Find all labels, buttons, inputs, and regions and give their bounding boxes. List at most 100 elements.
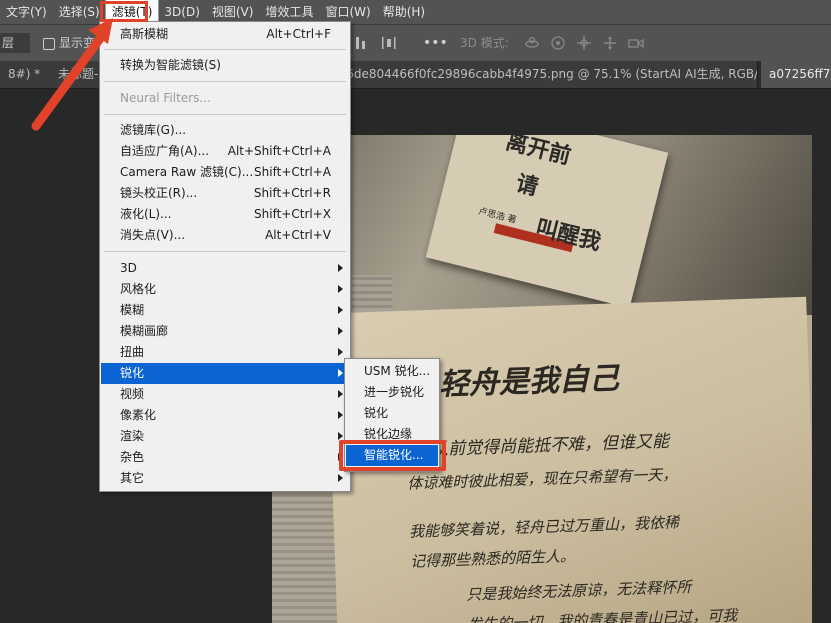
item-label: 转换为智能滤镜(S): [120, 58, 221, 72]
submenu-item-sharpen[interactable]: 锐化: [346, 403, 438, 424]
submenu-arrow-icon: [338, 264, 343, 272]
show-transform-checkbox[interactable]: 显示变: [43, 25, 95, 61]
menu-item-noise[interactable]: 杂色: [101, 447, 349, 468]
item-label: 视频: [120, 387, 145, 401]
submenu-arrow-icon: [338, 411, 343, 419]
tab-document-4[interactable]: a07256ff7: [761, 61, 831, 88]
item-label: 像素化: [120, 408, 157, 422]
menu-item-liquify[interactable]: 液化(L)... Shift+Ctrl+X: [101, 204, 349, 225]
letter-line-5: 只是我始终无法原谅，无法释怀所: [465, 577, 692, 604]
submenu-arrow-icon: [338, 285, 343, 293]
tab-label: f6de804466f0fc29896cabb4f4975.png @ 75.1…: [342, 67, 758, 81]
pan-3d-icon[interactable]: [575, 34, 593, 52]
item-label: 镜头校正(R)...: [120, 186, 198, 200]
align-bottom-icon[interactable]: [352, 34, 370, 52]
item-label: 模糊: [120, 303, 145, 317]
item-shortcut: Shift+Ctrl+X: [254, 207, 331, 221]
menu-select[interactable]: 选择(S): [53, 0, 106, 24]
show-transform-label: 显示变: [59, 36, 96, 50]
menu-item-3d[interactable]: 3D: [101, 258, 349, 279]
letter-line-1: 从前觉得尚能抵不难，但谁又能: [430, 431, 670, 460]
item-label: 进一步锐化: [364, 385, 425, 399]
submenu-arrow-icon: [338, 327, 343, 335]
menu-item-adaptive-wide-angle[interactable]: 自适应广角(A)... Alt+Shift+Ctrl+A: [101, 141, 349, 162]
submenu-arrow-icon: [338, 348, 343, 356]
menu-item-other[interactable]: 其它: [101, 468, 349, 489]
item-shortcut: Shift+Ctrl+R: [253, 186, 331, 200]
menu-item-render[interactable]: 渲染: [101, 426, 349, 447]
menu-item-vanishing-point[interactable]: 消失点(V)... Alt+Ctrl+V: [101, 225, 349, 246]
menu-separator: [104, 114, 346, 115]
smart-sharpen-highlight-box: [339, 440, 446, 471]
item-label: 液化(L)...: [120, 207, 172, 221]
letter-line-6: 发生的一切，我的青春是青山已过，可我: [467, 606, 738, 623]
card-line-3: 叫醒我: [533, 214, 604, 256]
slide-3d-icon[interactable]: [601, 34, 619, 52]
menu-item-blur[interactable]: 模糊: [101, 300, 349, 321]
letter-line-2: 体谅难时彼此相爱，现在只希望有一天，: [407, 465, 678, 493]
menu-item-blur-gallery[interactable]: 模糊画廊: [101, 321, 349, 342]
layer-select-value: 层: [2, 36, 15, 50]
item-label: Camera Raw 滤镜(C)...: [120, 165, 254, 179]
letter-line-3: 我能够笑着说，轻舟已过万重山，我依稀: [408, 513, 680, 541]
item-shortcut: Alt+Ctrl+V: [265, 228, 331, 242]
checkbox-icon: [43, 37, 55, 50]
card-author: 卢思浩 著: [477, 206, 518, 226]
roll-3d-icon[interactable]: [549, 34, 567, 52]
menu-item-neural-filters: Neural Filters...: [101, 88, 349, 109]
submenu-item-sharpen-more[interactable]: 进一步锐化: [346, 382, 438, 403]
item-shortcut: Alt+Shift+Ctrl+A: [227, 144, 331, 158]
menu-item-convert-smart-filter[interactable]: 转换为智能滤镜(S): [101, 55, 349, 76]
tab-document-1[interactable]: 8#) *×: [0, 61, 57, 88]
item-label: 风格化: [120, 282, 157, 296]
item-label: 消失点(V)...: [120, 228, 186, 242]
menu-separator: [104, 49, 346, 50]
menu-item-sharpen[interactable]: 锐化: [101, 363, 349, 384]
filter-menu: 高斯模糊 Alt+Ctrl+F 转换为智能滤镜(S) Neural Filters…: [99, 21, 351, 492]
menu-item-stylize[interactable]: 风格化: [101, 279, 349, 300]
3d-mode-label: 3D 模式:: [460, 36, 509, 50]
more-options-button[interactable]: •••: [423, 25, 448, 61]
item-shortcut: Shift+Ctrl+A: [254, 165, 331, 179]
menu-separator: [104, 81, 346, 82]
tab-label: 未标题-: [58, 67, 99, 81]
menu-item-video[interactable]: 视频: [101, 384, 349, 405]
item-label: 杂色: [120, 450, 145, 464]
menu-item-lens-correction[interactable]: 镜头校正(R)... Shift+Ctrl+R: [101, 183, 349, 204]
item-label: Neural Filters...: [120, 91, 211, 105]
item-label: USM 锐化...: [364, 364, 431, 378]
layer-select[interactable]: 层 ⌄: [0, 33, 30, 70]
tab-document-3[interactable]: f6de804466f0fc29896cabb4f4975.png @ 75.1…: [342, 61, 758, 88]
submenu-item-unsharp-mask[interactable]: USM 锐化...: [346, 361, 438, 382]
video-camera-3d-icon[interactable]: [627, 34, 645, 52]
item-label: 高斯模糊: [120, 27, 169, 41]
letter-title: 轻舟是我自己: [438, 361, 620, 403]
tab-label: 8#) *: [8, 67, 41, 81]
filter-menu-highlight-box: [100, 1, 148, 22]
menu-item-pixelate[interactable]: 像素化: [101, 405, 349, 426]
distribute-icon[interactable]: [380, 34, 398, 52]
menu-help[interactable]: 帮助(H): [377, 0, 431, 24]
submenu-arrow-icon: [338, 432, 343, 440]
orbit-3d-icon[interactable]: [523, 34, 541, 52]
menu-text[interactable]: 文字(Y): [0, 0, 53, 24]
item-shortcut: Alt+Ctrl+F: [266, 27, 331, 41]
item-label: 自适应广角(A)...: [120, 144, 210, 158]
item-label: 3D: [120, 261, 137, 275]
item-label: 渲染: [120, 429, 145, 443]
submenu-arrow-icon: [338, 390, 343, 398]
item-label: 锐化: [120, 366, 145, 380]
menu-item-distort[interactable]: 扭曲: [101, 342, 349, 363]
item-label: 模糊画廊: [120, 324, 169, 338]
submenu-arrow-icon: [338, 306, 343, 314]
menu-item-camera-raw[interactable]: Camera Raw 滤镜(C)... Shift+Ctrl+A: [101, 162, 349, 183]
menu-item-filter-gallery[interactable]: 滤镜库(G)...: [101, 120, 349, 141]
item-label: 其它: [120, 471, 145, 485]
menu-separator: [104, 251, 346, 252]
submenu-arrow-icon: [338, 369, 343, 377]
submenu-arrow-icon: [338, 474, 343, 482]
card-line-1: 离开前: [503, 135, 574, 170]
tab-label: a07256ff7: [769, 67, 831, 81]
menu-item-gaussian-blur[interactable]: 高斯模糊 Alt+Ctrl+F: [101, 24, 349, 45]
letter-line-4: 记得那些熟悉的陌生人。: [409, 546, 576, 571]
